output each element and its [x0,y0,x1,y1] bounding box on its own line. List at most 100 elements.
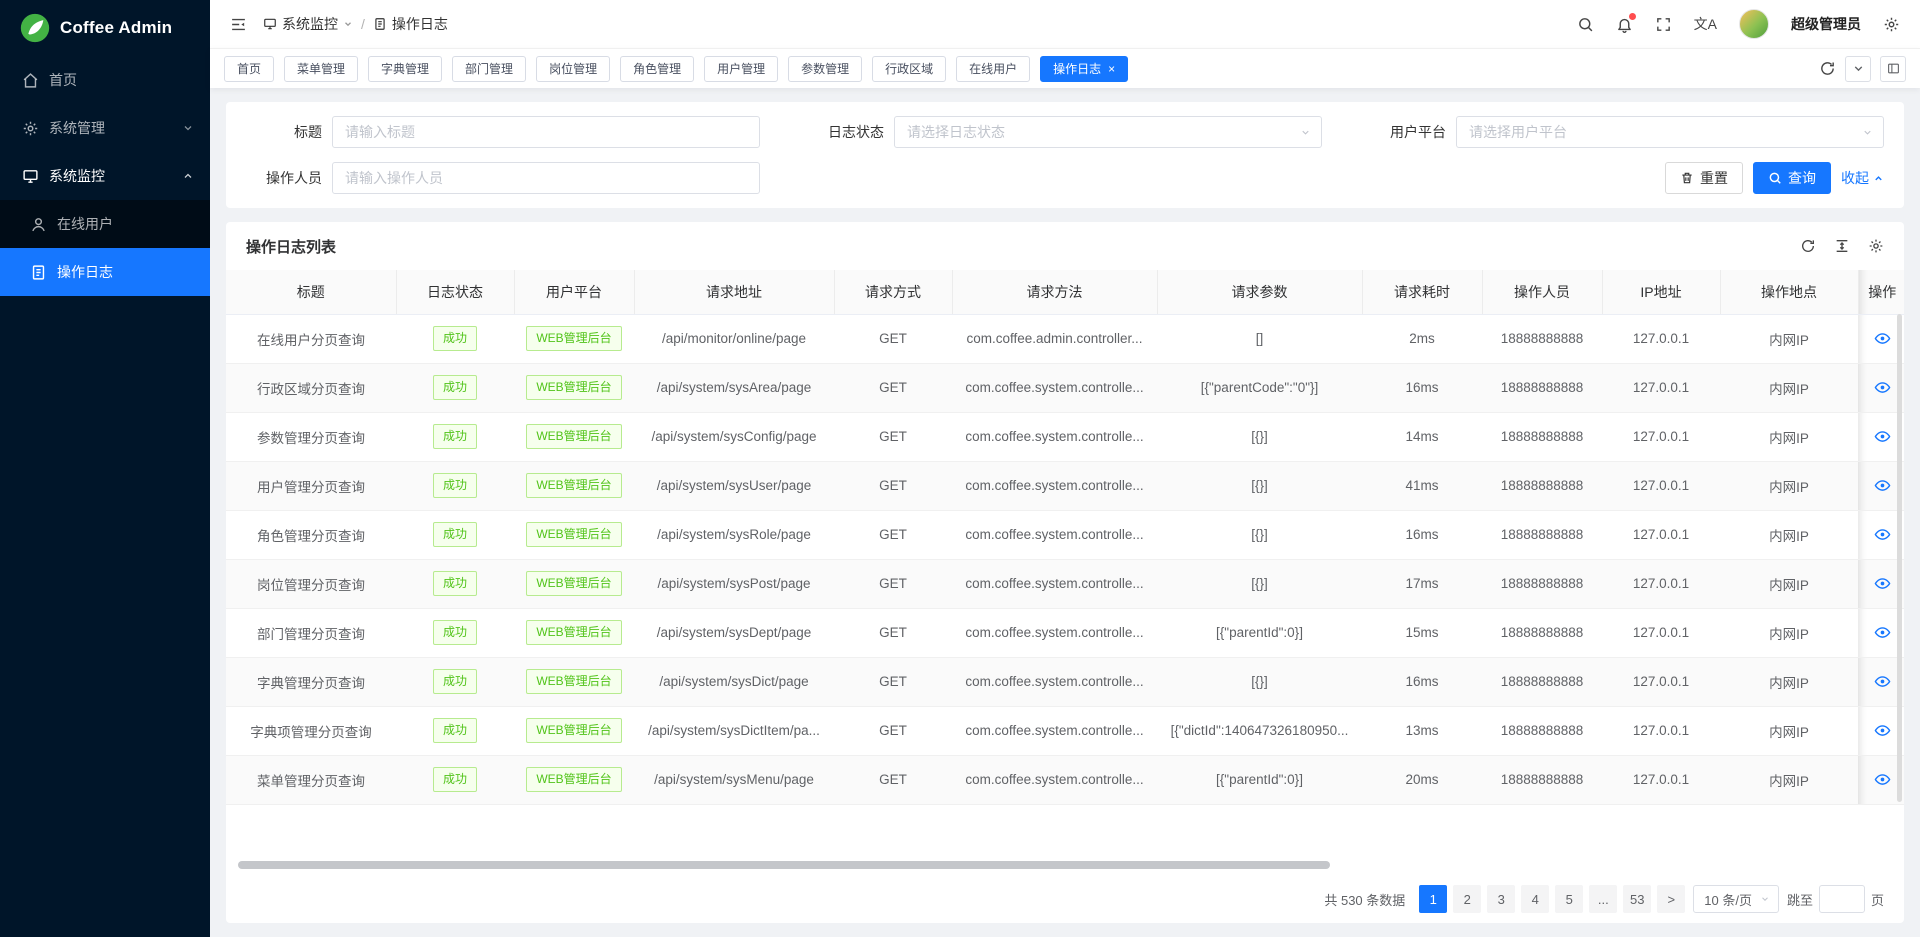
page-button-2[interactable]: 2 [1453,885,1481,913]
cell-method: GET [834,755,952,804]
title-input[interactable] [332,116,760,148]
refresh-icon[interactable] [1819,60,1836,77]
current-username[interactable]: 超级管理员 [1791,14,1861,34]
page-button-53[interactable]: 53 [1623,885,1651,913]
sidebar-item-system-management[interactable]: 系统管理 [0,104,210,152]
vertical-scrollbar[interactable] [1897,314,1902,802]
search-button[interactable]: 查询 [1753,162,1831,194]
page-button-1[interactable]: 1 [1419,885,1447,913]
fullscreen-icon[interactable] [1655,16,1672,33]
next-page-button[interactable]: > [1657,885,1685,913]
sidebar-item-operation-log[interactable]: 操作日志 [0,248,210,296]
page-size-select[interactable]: 10 条/页 [1693,885,1779,913]
tab-字典管理[interactable]: 字典管理 [368,56,442,82]
tab-label: 部门管理 [465,60,513,77]
collapse-button[interactable]: 收起 [1841,168,1884,188]
reset-button[interactable]: 重置 [1665,162,1743,194]
tab-部门管理[interactable]: 部门管理 [452,56,526,82]
view-detail-eye-icon[interactable] [1874,428,1891,445]
sidebar-item-label: 系统监控 [49,166,105,186]
settings-gear-icon[interactable] [1883,16,1900,33]
table-title: 操作日志列表 [246,236,336,257]
view-detail-eye-icon[interactable] [1874,673,1891,690]
tab-label: 菜单管理 [297,60,345,77]
page-ellipsis[interactable]: ... [1589,885,1617,913]
cell-platform: WEB管理后台 [514,461,634,510]
page-button-4[interactable]: 4 [1521,885,1549,913]
cell-duration: 16ms [1362,363,1482,412]
log-table-header-row: 标题日志状态用户平台请求地址请求方式请求方法请求参数请求耗时操作人员IP地址操作… [226,270,1904,314]
breadcrumb-section-label: 系统监控 [282,14,338,34]
app-logo[interactable]: Coffee Admin [0,0,210,56]
user-avatar[interactable] [1739,9,1769,39]
view-detail-eye-icon[interactable] [1874,771,1891,788]
filter-field-operator: 操作人员 [246,162,760,194]
tab-行政区域[interactable]: 行政区域 [872,56,946,82]
tab-角色管理[interactable]: 角色管理 [620,56,694,82]
status-badge: 成功 [433,473,477,497]
tab-首页[interactable]: 首页 [224,56,274,82]
table-row: 参数管理分页查询成功WEB管理后台/api/system/sysConfig/p… [226,412,1904,461]
table-row: 部门管理分页查询成功WEB管理后台/api/system/sysDept/pag… [226,608,1904,657]
chevron-up-icon [1873,173,1884,184]
sidebar-item-system-monitor[interactable]: 系统监控 [0,152,210,200]
cell-func: com.coffee.system.controlle... [952,559,1157,608]
translate-icon[interactable]: 文A [1694,17,1717,31]
page-button-3[interactable]: 3 [1487,885,1515,913]
cell-location: 内网IP [1720,608,1858,657]
tab-菜单管理[interactable]: 菜单管理 [284,56,358,82]
tab-close-icon[interactable]: × [1108,63,1115,75]
tab-label: 首页 [237,60,261,77]
cell-operator: 18888888888 [1482,755,1602,804]
platform-badge: WEB管理后台 [526,620,621,644]
view-detail-eye-icon[interactable] [1874,526,1891,543]
jump-page-input[interactable] [1819,885,1865,913]
sidebar-item-online-users[interactable]: 在线用户 [0,200,210,248]
cell-url: /api/system/sysDictItem/pa... [634,706,834,755]
cell-status: 成功 [396,755,514,804]
search-icon[interactable] [1577,16,1594,33]
view-detail-eye-icon[interactable] [1874,624,1891,641]
view-detail-eye-icon[interactable] [1874,575,1891,592]
cell-title: 字典项管理分页查询 [226,706,396,755]
column-header-请求地址: 请求地址 [634,270,834,314]
cell-operator: 18888888888 [1482,608,1602,657]
view-detail-eye-icon[interactable] [1874,722,1891,739]
tab-岗位管理[interactable]: 岗位管理 [536,56,610,82]
operator-input[interactable] [332,162,760,194]
breadcrumb-section[interactable]: 系统监控 [263,14,353,34]
view-detail-eye-icon[interactable] [1874,379,1891,396]
notification-badge [1629,13,1636,20]
tab-操作日志[interactable]: 操作日志× [1040,56,1128,82]
refresh-icon[interactable] [1800,238,1816,254]
view-detail-eye-icon[interactable] [1874,477,1891,494]
sidebar-item-label: 在线用户 [57,214,113,234]
tab-在线用户[interactable]: 在线用户 [956,56,1030,82]
cell-platform: WEB管理后台 [514,559,634,608]
home-icon [22,72,39,89]
table-toolbar [1800,238,1884,254]
tab-label: 岗位管理 [549,60,597,77]
cell-operator: 18888888888 [1482,706,1602,755]
tab-参数管理[interactable]: 参数管理 [788,56,862,82]
sidebar: Coffee Admin 首页 系统管理 系统监控 [0,0,210,937]
layout-toggle-icon[interactable] [1880,56,1906,82]
cell-status: 成功 [396,510,514,559]
cell-location: 内网IP [1720,559,1858,608]
platform-badge: WEB管理后台 [526,571,621,595]
menu-fold-icon[interactable] [230,16,247,33]
column-header-请求参数: 请求参数 [1157,270,1362,314]
page-button-5[interactable]: 5 [1555,885,1583,913]
column-header-标题: 标题 [226,270,396,314]
sidebar-item-home[interactable]: 首页 [0,56,210,104]
status-select[interactable]: 请选择日志状态 [894,116,1322,148]
horizontal-scrollbar[interactable] [238,861,1330,869]
tab-options-chevron-down-icon[interactable] [1845,56,1871,82]
view-detail-eye-icon[interactable] [1874,330,1891,347]
column-height-icon[interactable] [1834,238,1850,254]
platform-select[interactable]: 请选择用户平台 [1456,116,1884,148]
column-settings-gear-icon[interactable] [1868,238,1884,254]
tab-用户管理[interactable]: 用户管理 [704,56,778,82]
notification-bell-icon[interactable] [1616,16,1633,33]
trash-icon [1680,171,1694,185]
